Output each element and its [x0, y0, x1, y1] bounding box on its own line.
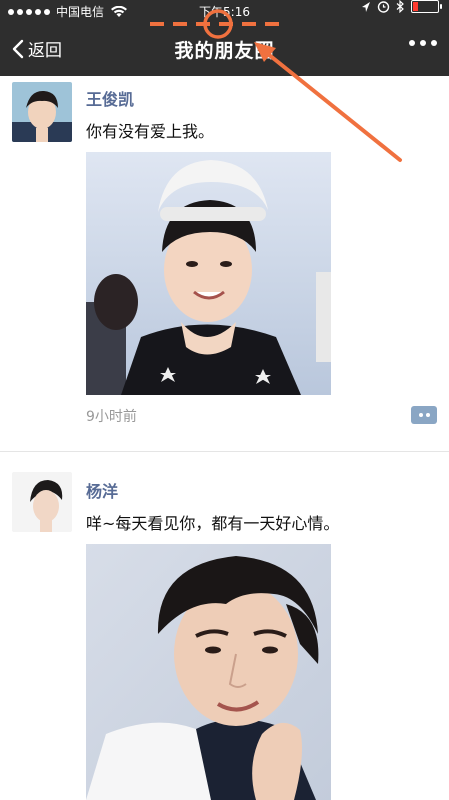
bluetooth-icon: [396, 0, 404, 13]
watermark-logo: Bai经验: [380, 773, 435, 788]
top-bar: 中国电信 下午5:16 返回 我的朋友圈: [0, 0, 449, 76]
avatar[interactable]: [12, 82, 72, 142]
post-text: 你有没有爱上我。: [86, 122, 215, 141]
page-title: 我的朋友圈: [174, 40, 275, 62]
status-bar: 中国电信 下午5:16: [0, 0, 449, 24]
status-right: [361, 0, 442, 13]
post-photo[interactable]: [86, 152, 331, 395]
post-photo[interactable]: [86, 544, 331, 800]
avatar[interactable]: [12, 472, 72, 532]
more-dots-icon[interactable]: [409, 40, 437, 46]
post-username[interactable]: 王俊凯: [86, 86, 134, 110]
post-text: 咩~每天看见你，都有一天好心情。: [86, 514, 340, 533]
post-item: 杨洋 咩~每天看见你，都有一天好心情。: [0, 452, 449, 800]
post-username[interactable]: 杨洋: [86, 478, 118, 502]
post-item: 王俊凯 你有没有爱上我。 9小时前: [0, 76, 449, 451]
post-timestamp: 9小时前: [86, 409, 137, 425]
nav-bar: 返回 我的朋友圈: [0, 24, 449, 76]
location-icon: [362, 1, 370, 12]
battery-icon: [411, 0, 442, 13]
alarm-icon: [377, 1, 390, 13]
comment-icon[interactable]: [411, 406, 437, 424]
moments-feed[interactable]: 王俊凯 你有没有爱上我。 9小时前 杨洋 咩~每天看见你，都有一天好心情。: [0, 76, 449, 800]
